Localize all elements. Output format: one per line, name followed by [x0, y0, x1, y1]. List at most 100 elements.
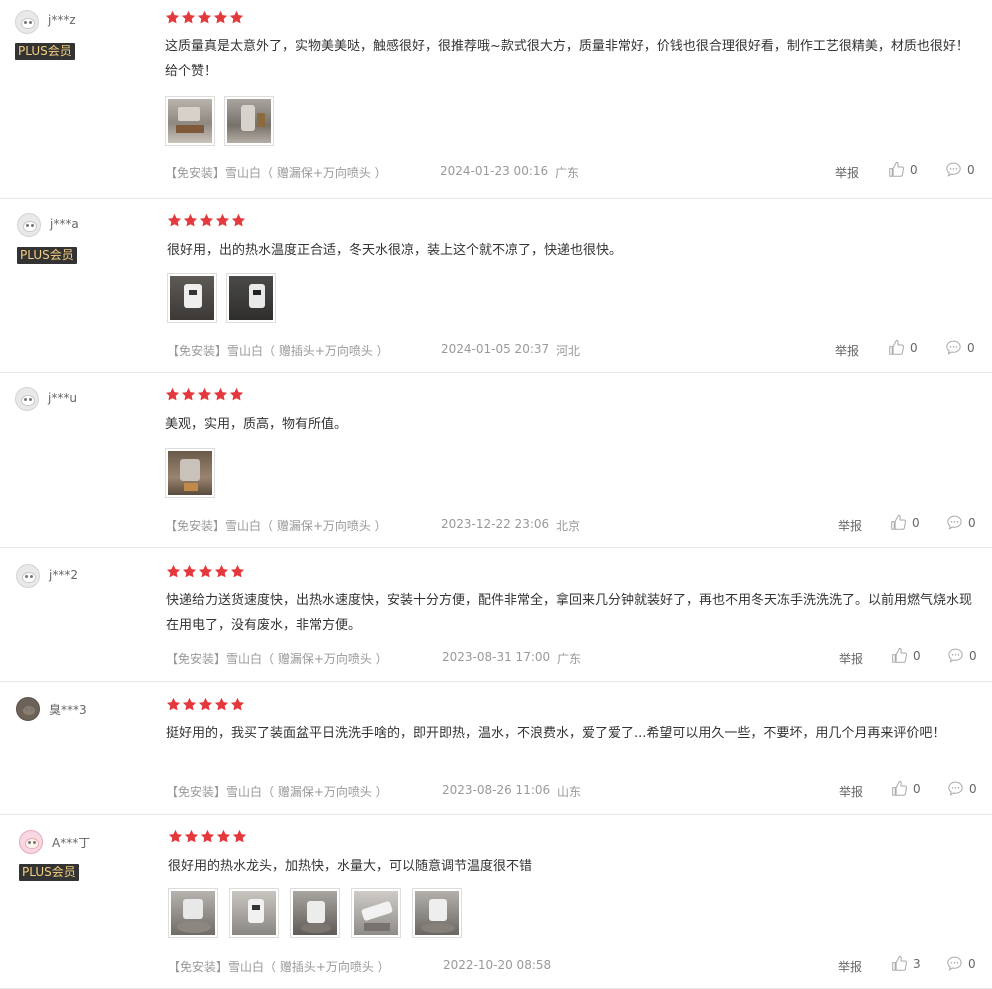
report-link[interactable]: 举报 [835, 342, 859, 359]
thumbs-up-icon [889, 339, 905, 355]
review-image-thumbnail[interactable] [224, 96, 274, 146]
star-icon [230, 564, 245, 579]
avatar[interactable] [16, 564, 40, 588]
reply-count: 0 [968, 956, 976, 971]
review-region: 广东 [557, 652, 582, 666]
comment-icon [948, 648, 963, 663]
review-image-thumbnail[interactable] [351, 888, 401, 938]
thumbs-up-icon [892, 955, 908, 971]
reply-count: 0 [969, 648, 977, 663]
username: j***z [48, 13, 76, 27]
report-link[interactable]: 举报 [838, 958, 862, 975]
reply-button[interactable]: 0 [946, 514, 976, 531]
star-rating [165, 387, 244, 402]
review-image-thumbnail[interactable] [412, 888, 462, 938]
star-icon [165, 387, 180, 402]
reply-button[interactable]: 0 [946, 955, 976, 972]
like-button[interactable]: 3 [891, 955, 921, 972]
review-image-thumbnail[interactable] [167, 273, 217, 323]
star-icon [232, 829, 247, 844]
like-button[interactable]: 0 [890, 514, 920, 531]
reply-count: 0 [969, 781, 977, 796]
avatar[interactable] [15, 10, 39, 34]
star-icon [181, 10, 196, 25]
like-button[interactable]: 0 [891, 780, 921, 797]
review-images [165, 448, 215, 498]
review-meta: 【免安装】雪山白（ 赠漏保+万向喷头 ） 2023-12-22 23:06 北京 [165, 517, 580, 534]
like-count: 0 [913, 648, 921, 663]
review-item: A***丁 PLUS会员 很好用的热水龙头，加热快，水量大，可以随意调节温度很不… [0, 815, 992, 989]
star-icon [198, 697, 213, 712]
like-count: 0 [912, 515, 920, 530]
product-spec: 【免安装】雪山白（ 赠插头+万向喷头 ） [167, 344, 389, 358]
star-icon [184, 829, 199, 844]
review-text: 很好用的热水龙头，加热快，水量大，可以随意调节温度很不错 [168, 859, 533, 874]
star-rating [166, 564, 245, 579]
star-icon [166, 564, 181, 579]
reply-button[interactable]: 0 [945, 161, 975, 178]
avatar[interactable] [15, 387, 39, 411]
review-image-thumbnail[interactable] [165, 96, 215, 146]
reply-button[interactable]: 0 [947, 647, 977, 664]
username: j***2 [49, 568, 78, 582]
review-image-thumbnail[interactable] [168, 888, 218, 938]
review-image-thumbnail[interactable] [229, 888, 279, 938]
star-icon [165, 10, 180, 25]
review-region: 广东 [555, 166, 580, 180]
review-meta: 【免安装】雪山白（ 赠漏保+万向喷头 ） 2024-01-23 00:16 广东 [165, 164, 579, 181]
username: j***u [48, 391, 77, 405]
star-icon [214, 697, 229, 712]
like-button[interactable]: 0 [888, 161, 918, 178]
review-meta: 【免安装】雪山白（ 赠插头+万向喷头 ） 2024-01-05 20:37 河北 [167, 342, 580, 359]
review-image-thumbnail[interactable] [165, 448, 215, 498]
thumbs-up-icon [891, 514, 907, 530]
review-item: 臭***3 挺好用的，我买了装面盆平日洗洗手啥的，即开即热，温水，不浪费水，爱了… [0, 682, 992, 815]
report-link[interactable]: 举报 [835, 164, 859, 181]
review-images [167, 273, 276, 323]
comment-icon [948, 781, 963, 796]
product-spec: 【免安装】雪山白（ 赠插头+万向喷头 ） [168, 960, 390, 974]
star-icon [197, 387, 212, 402]
review-date: 2024-01-05 20:37 [441, 342, 550, 356]
report-link[interactable]: 举报 [838, 517, 862, 534]
report-link[interactable]: 举报 [839, 650, 863, 667]
star-icon [167, 213, 182, 228]
review-date: 2023-08-26 11:06 [442, 783, 551, 797]
username: 臭***3 [49, 703, 87, 717]
like-count: 0 [910, 340, 918, 355]
review-image-thumbnail[interactable] [226, 273, 276, 323]
thumbs-up-icon [889, 161, 905, 177]
star-icon [199, 213, 214, 228]
review-date: 2023-08-31 17:00 [442, 650, 551, 664]
comment-icon [946, 340, 961, 355]
product-spec: 【免安装】雪山白（ 赠漏保+万向喷头 ） [166, 652, 388, 666]
review-meta: 【免安装】雪山白（ 赠漏保+万向喷头 ） 2023-08-31 17:00 广东 [166, 650, 581, 667]
review-meta: 【免安装】雪山白（ 赠插头+万向喷头 ） 2022-10-20 08:58 [168, 958, 551, 975]
review-text: 美观，实用，质高，物有所值。 [165, 417, 348, 432]
like-count: 0 [913, 781, 921, 796]
star-icon [183, 213, 198, 228]
review-image-thumbnail[interactable] [290, 888, 340, 938]
star-icon [182, 564, 197, 579]
review-item: j***2 快递给力送货速度快，出热水速度快，安装十分方便，配件非常全，拿回来几… [0, 548, 992, 682]
like-button[interactable]: 0 [891, 647, 921, 664]
star-icon [231, 213, 246, 228]
plus-member-badge: PLUS会员 [15, 43, 75, 60]
product-spec: 【免安装】雪山白（ 赠漏保+万向喷头 ） [165, 519, 387, 533]
avatar[interactable] [17, 213, 41, 237]
review-date: 2023-12-22 23:06 [441, 517, 550, 531]
reply-button[interactable]: 0 [945, 339, 975, 356]
review-text: 很好用，出的热水温度正合适，冬天水很凉，装上这个就不凉了，快递也很快。 [167, 243, 623, 258]
star-rating [166, 697, 245, 712]
review-images [165, 96, 274, 146]
report-link[interactable]: 举报 [839, 783, 863, 800]
reply-button[interactable]: 0 [947, 780, 977, 797]
avatar[interactable] [19, 830, 43, 854]
product-spec: 【免安装】雪山白（ 赠漏保+万向喷头 ） [166, 785, 388, 799]
star-icon [213, 387, 228, 402]
star-icon [213, 10, 228, 25]
review-item: j***a PLUS会员 很好用，出的热水温度正合适，冬天水很凉，装上这个就不凉… [0, 199, 992, 373]
review-date: 2022-10-20 08:58 [443, 958, 552, 972]
like-button[interactable]: 0 [888, 339, 918, 356]
avatar[interactable] [16, 697, 40, 721]
